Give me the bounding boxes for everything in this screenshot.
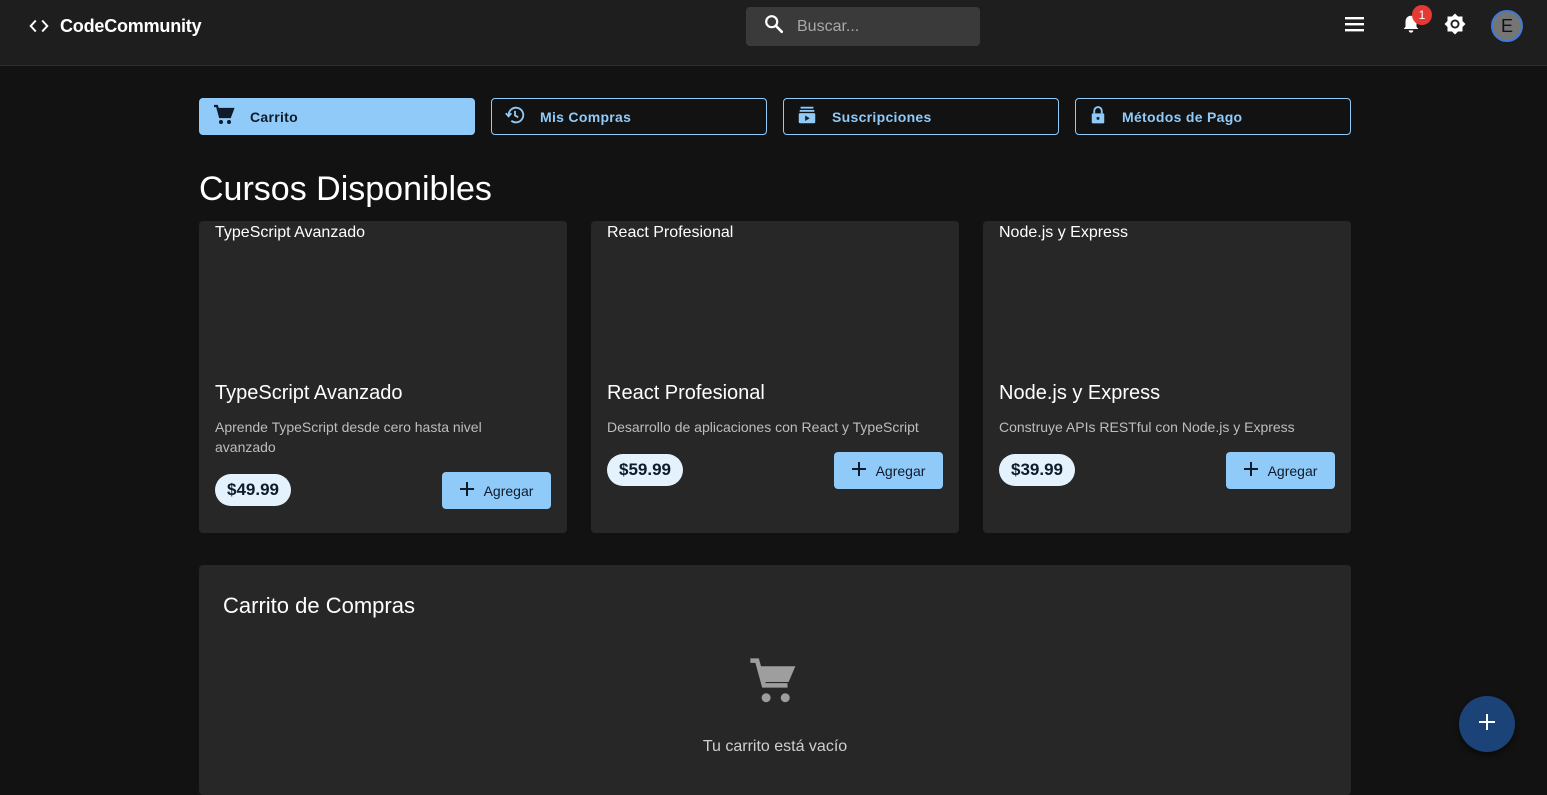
search-icon (763, 13, 785, 40)
menu-button[interactable] (1340, 14, 1370, 38)
add-to-cart-button[interactable]: Agregar (442, 472, 551, 509)
shopping-cart-panel: Carrito de Compras Tu carrito está vacío (199, 565, 1351, 795)
course-image: TypeScript Avanzado (199, 221, 567, 371)
page-title: Cursos Disponibles (199, 170, 492, 208)
broken-image-icon (983, 225, 999, 241)
plus-icon (1243, 462, 1258, 479)
tab-metodos-de-pago[interactable]: Métodos de Pago (1075, 98, 1351, 135)
tab-mis-compras[interactable]: Mis Compras (491, 98, 767, 135)
course-title: React Profesional (607, 382, 765, 404)
subscriptions-icon (796, 104, 818, 129)
add-button-label: Agregar (483, 482, 534, 499)
plus-icon (1478, 713, 1496, 736)
course-title: Node.js y Express (999, 382, 1161, 404)
tab-carrito[interactable]: Carrito (199, 98, 475, 135)
avatar[interactable]: E (1491, 10, 1523, 42)
search-box[interactable] (746, 7, 980, 46)
add-to-cart-button[interactable]: Agregar (834, 452, 943, 489)
course-card: React Profesional React Profesional Desa… (591, 221, 959, 533)
course-image: Node.js y Express (983, 221, 1351, 371)
tab-label: Suscripciones (832, 108, 932, 125)
cart-title: Carrito de Compras (223, 593, 415, 618)
notification-badge: 1 (1412, 5, 1432, 25)
add-button-label: Agregar (1267, 462, 1318, 479)
course-description: Aprende TypeScript desde cero hasta nive… (215, 419, 482, 455)
theme-toggle-button[interactable] (1442, 13, 1468, 39)
price-chip: $39.99 (999, 454, 1075, 486)
broken-image-icon (199, 225, 215, 241)
image-alt-text: TypeScript Avanzado (215, 224, 366, 241)
brand-link[interactable]: CodeCommunity (28, 14, 202, 38)
image-alt-text: Node.js y Express (999, 224, 1128, 241)
tab-label: Carrito (250, 108, 298, 125)
tab-suscripciones[interactable]: Suscripciones (783, 98, 1059, 135)
empty-cart-message: Tu carrito está vacío (702, 738, 848, 755)
search-input[interactable] (797, 17, 967, 36)
price-chip: $59.99 (607, 454, 683, 486)
add-button-label: Agregar (875, 462, 926, 479)
add-fab-button[interactable] (1459, 696, 1515, 752)
menu-icon (1344, 15, 1366, 38)
plus-icon (851, 462, 866, 479)
tab-label: Métodos de Pago (1122, 108, 1243, 125)
broken-image-icon (591, 225, 607, 241)
tab-label: Mis Compras (540, 108, 632, 125)
course-description: Desarrollo de aplicaciones con React y T… (607, 419, 919, 435)
lock-icon (1088, 104, 1108, 129)
course-image: React Profesional (591, 221, 959, 371)
course-title: TypeScript Avanzado (215, 382, 403, 404)
cart-icon (212, 103, 236, 130)
empty-cart-icon (745, 655, 803, 714)
course-card: TypeScript Avanzado TypeScript Avanzado … (199, 221, 567, 533)
app-bar: CodeCommunity 1 E (0, 0, 1547, 66)
image-alt-text: React Profesional (607, 224, 734, 241)
code-icon (28, 15, 50, 37)
brightness-icon (1443, 12, 1467, 41)
brand-name: CodeCommunity (60, 15, 202, 36)
course-description: Construye APIs RESTful con Node.js y Exp… (999, 419, 1295, 435)
add-to-cart-button[interactable]: Agregar (1226, 452, 1335, 489)
course-card: Node.js y Express Node.js y Express Cons… (983, 221, 1351, 533)
history-icon (504, 104, 526, 129)
plus-icon (459, 482, 474, 499)
price-chip: $49.99 (215, 474, 291, 506)
